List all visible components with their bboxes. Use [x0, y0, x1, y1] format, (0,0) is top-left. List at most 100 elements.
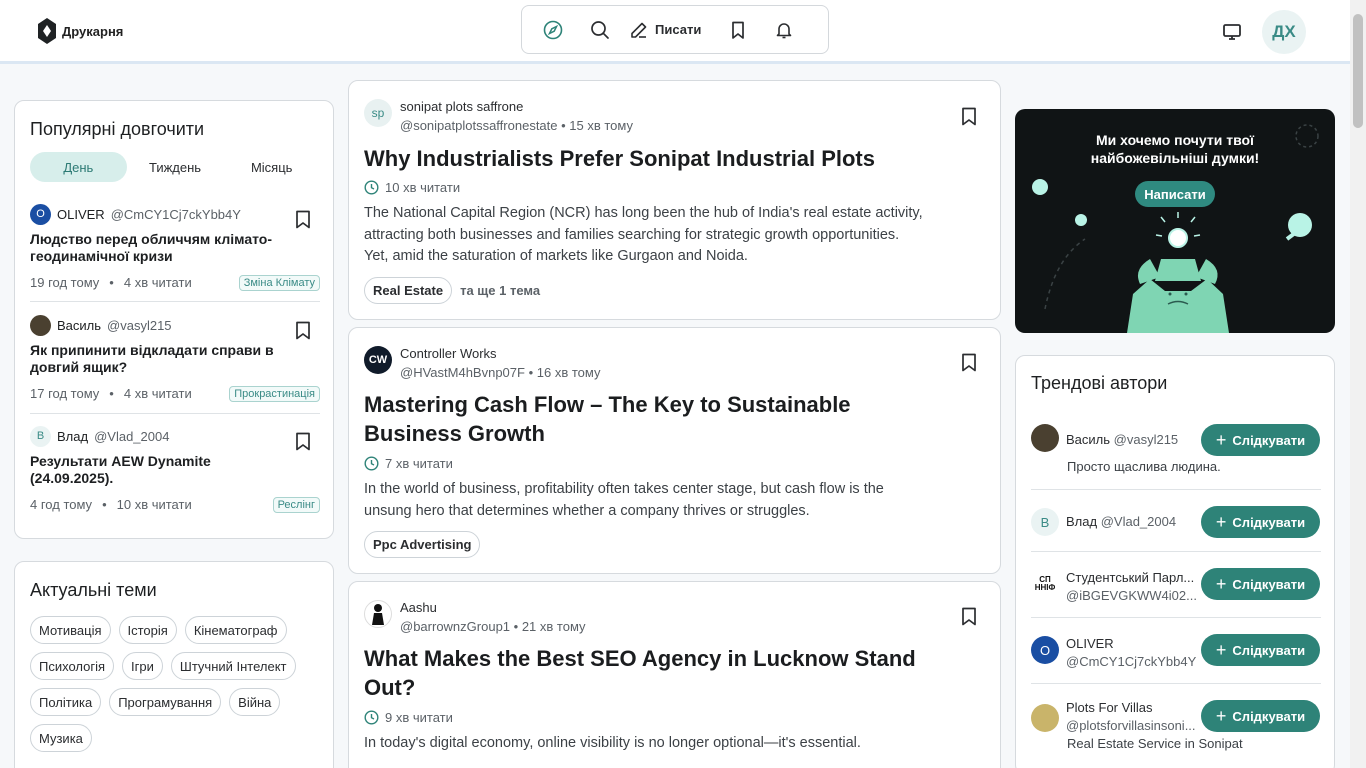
author-name-line[interactable]: Влад @Vlad_2004 — [1066, 514, 1198, 529]
author-name: Влад — [57, 428, 89, 444]
author-avatar[interactable]: O — [1031, 636, 1059, 664]
topic-tag[interactable]: Зміна Клімату — [238, 274, 320, 291]
avatar: B — [30, 425, 51, 447]
divider — [1031, 617, 1321, 618]
header-actions: ДХ — [1222, 10, 1306, 54]
topic-tag[interactable]: Ppc Advertising — [364, 531, 481, 558]
popular-item[interactable]: O OLIVER @CmCY1Cj7ckYbb4Y Людство перед … — [30, 203, 320, 295]
tab-month[interactable]: Місяць — [223, 152, 320, 182]
author-name[interactable]: Студентський Парл... — [1066, 570, 1198, 585]
banner-write-button[interactable]: Написати — [1135, 181, 1215, 207]
write-banner: Ми хочемо почути твої найбожевільніші ду… — [1015, 109, 1335, 333]
topic-tag[interactable]: Real Estate — [364, 277, 453, 304]
follow-label: Слідкувати — [1232, 708, 1306, 724]
author-handle: @vasyl215 — [1113, 432, 1179, 447]
author-avatar[interactable] — [1031, 424, 1059, 452]
bookmark-icon[interactable] — [961, 607, 977, 626]
follow-button[interactable]: + Слідкувати — [1201, 700, 1320, 732]
divider — [1031, 683, 1321, 684]
topic-chip[interactable]: Ігри — [122, 652, 163, 680]
read-time-row: 7 хв читати — [364, 456, 453, 471]
popular-meta: 19 год тому • 4 хв читати Зміна Клімату — [30, 274, 320, 291]
follow-button[interactable]: + Слідкувати — [1201, 634, 1320, 666]
popular-author[interactable]: B Влад @Vlad_2004 — [30, 425, 320, 447]
nav-search[interactable] — [589, 14, 611, 46]
popular-item[interactable]: Василь @vasyl215 Як припинити відкладати… — [30, 314, 320, 406]
trending-authors: Трендові автори Василь @vasyl215 Просто … — [1015, 355, 1335, 768]
write-button[interactable]: Писати — [629, 14, 701, 46]
popular-item[interactable]: B Влад @Vlad_2004 Результати AEW Dynamit… — [30, 425, 320, 517]
trending-title: Трендові автори — [1031, 373, 1168, 393]
bookmark-icon[interactable] — [295, 432, 311, 451]
topic-chip[interactable]: Психологія — [30, 652, 115, 680]
follow-button[interactable]: + Слідкувати — [1201, 568, 1320, 600]
post-author[interactable]: sp sonipat plots saffrone @sonipatplotss… — [364, 99, 633, 133]
feed-post[interactable]: CW Controller Works @HVastM4hBvnp07F • 1… — [348, 327, 1001, 574]
author-handle: @sonipatplotssaffronestate — [400, 118, 558, 133]
author-name[interactable]: Plots For Villas — [1066, 700, 1198, 715]
topic-chip[interactable]: Кінематограф — [184, 616, 287, 644]
bookmark-icon[interactable] — [961, 353, 977, 372]
feed-post[interactable]: sp sonipat plots saffrone @sonipatplotss… — [348, 80, 1001, 320]
topic-chip[interactable]: Програмування — [109, 688, 222, 716]
tab-day[interactable]: День — [30, 152, 127, 182]
author-name[interactable]: OLIVER — [1066, 636, 1198, 651]
topic-chip[interactable]: Мотивація — [30, 616, 111, 644]
follow-button[interactable]: + Слідкувати — [1201, 506, 1320, 538]
main-nav: Писати — [521, 5, 829, 54]
scroll-thumb[interactable] — [1353, 14, 1363, 128]
topic-chip[interactable]: Штучний Інтелект — [170, 652, 296, 680]
compass-icon — [543, 20, 563, 39]
popular-meta: 17 год тому • 4 хв читати Прокрастинація — [30, 385, 320, 402]
post-title[interactable]: Why Industrialists Prefer Sonipat Indust… — [364, 144, 924, 173]
author-name-line[interactable]: Василь @vasyl215 — [1066, 432, 1198, 447]
feed-post[interactable]: Aashu @barrownzGroup1 • 21 хв тому What … — [348, 581, 1001, 768]
logo[interactable]: Друкарня — [38, 18, 123, 44]
bookmark-icon[interactable] — [295, 210, 311, 229]
nav-bookmarks[interactable] — [727, 14, 749, 46]
topic-chip[interactable]: Війна — [229, 688, 281, 716]
follow-button[interactable]: + Слідкувати — [1201, 424, 1320, 456]
author-avatar: sp — [364, 99, 392, 127]
author-row: СП ННІФ Студентський Парл... @iBGEVGKWW4… — [1031, 568, 1321, 604]
author-avatar: CW — [364, 346, 392, 374]
author-bio: Real Estate Service in Sonipat — [1067, 736, 1243, 751]
user-avatar[interactable]: ДХ — [1262, 10, 1306, 54]
more-topics[interactable]: та ще 1 тема — [460, 283, 540, 298]
popular-item-title[interactable]: Людство перед обличчям клімато-геодинамі… — [30, 231, 280, 265]
topic-chip[interactable]: Історія — [118, 616, 177, 644]
post-title[interactable]: Mastering Cash Flow – The Key to Sustain… — [364, 390, 924, 448]
author-handle: @Vlad_2004 — [1100, 514, 1177, 529]
period-tabs: День Тиждень Місяць — [30, 152, 320, 182]
post-excerpt: The National Capital Region (NCR) has lo… — [364, 205, 923, 264]
post-author[interactable]: CW Controller Works @HVastM4hBvnp07F • 1… — [364, 346, 600, 380]
topic-tag[interactable]: Прокрастинація — [229, 385, 320, 402]
avatar: O — [30, 203, 51, 225]
divider — [1031, 489, 1321, 490]
author-handle: @Vlad_2004 — [94, 428, 170, 444]
author-avatar[interactable]: СП ННІФ — [1031, 570, 1059, 598]
post-excerpt: In the world of business, profitability … — [364, 481, 884, 519]
post-title[interactable]: What Makes the Best SEO Agency in Luckno… — [364, 644, 924, 702]
popular-item-title[interactable]: Результати AEW Dynamite (24.09.2025). — [30, 453, 280, 487]
monitor-icon[interactable] — [1222, 22, 1242, 42]
read-time: 4 хв читати — [123, 386, 192, 401]
plus-icon: + — [1215, 574, 1227, 594]
logo-icon — [38, 18, 56, 44]
nav-explore[interactable] — [542, 14, 564, 46]
popular-author[interactable]: O OLIVER @CmCY1Cj7ckYbb4Y — [30, 203, 320, 225]
topic-chip[interactable]: Політика — [30, 688, 102, 716]
author-avatar[interactable] — [1031, 704, 1059, 732]
author-avatar[interactable]: B — [1031, 508, 1059, 536]
tab-week[interactable]: Тиждень — [127, 152, 224, 182]
topic-tag[interactable]: Реслінг — [272, 496, 320, 513]
page-scrollbar[interactable] — [1350, 0, 1366, 768]
popular-item-title[interactable]: Як припинити відкладати справи в довгий … — [30, 342, 280, 376]
post-author[interactable]: Aashu @barrownzGroup1 • 21 хв тому — [364, 600, 586, 634]
edit-icon — [631, 22, 647, 38]
topic-chip[interactable]: Музика — [30, 724, 92, 752]
popular-author[interactable]: Василь @vasyl215 — [30, 314, 320, 336]
bookmark-icon[interactable] — [295, 321, 311, 340]
nav-notifications[interactable] — [773, 14, 795, 46]
bookmark-icon[interactable] — [961, 107, 977, 126]
